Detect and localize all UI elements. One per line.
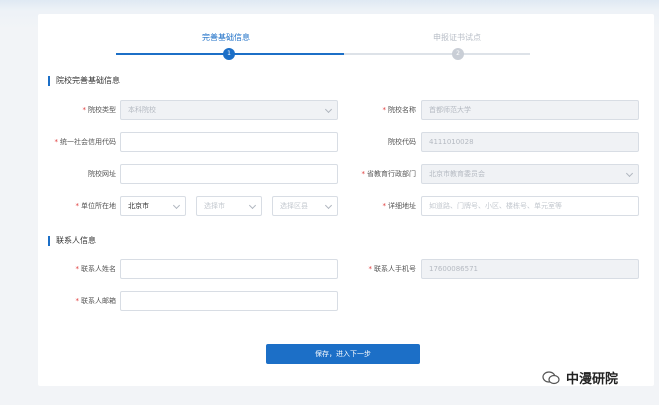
section-title-school: 院校完善基础信息: [48, 76, 120, 86]
city-select[interactable]: 北京市: [120, 196, 186, 216]
location-label: * 单位所在地: [75, 202, 117, 210]
address-input[interactable]: 如道路、门牌号、小区、楼栋号、单元室等: [421, 196, 639, 216]
step1-label: 完善基础信息: [202, 33, 250, 42]
contact-email-input[interactable]: [120, 291, 338, 311]
contact-email-label: * 联系人邮箱: [75, 297, 117, 305]
school-name-field[interactable]: 首都师范大学: [421, 100, 639, 120]
school-type-label: * 院校类型: [82, 106, 117, 114]
education-dept-label: * 省教育行政部门: [361, 170, 417, 178]
section-title-contact: 联系人信息: [48, 236, 96, 246]
school-name-label: * 院校名称: [382, 106, 417, 114]
wechat-icon: [542, 370, 560, 385]
stepper-track-inactive: [344, 53, 530, 55]
form-card: 完善基础信息 申报证书试点 1 2 院校完善基础信息 * 院校类型 本科院校 * 院…: [38, 14, 654, 386]
chevron-down-icon: [172, 201, 181, 210]
step2-label: 申报证书试点: [433, 33, 481, 42]
address-label: * 详细地址: [382, 202, 417, 210]
watermark-text: 中漫研院: [566, 372, 619, 387]
credit-code-label: * 统一社会信用代码: [54, 138, 117, 146]
school-code-field[interactable]: 4111010028: [421, 132, 639, 152]
education-dept-select[interactable]: 北京市教育委员会: [421, 164, 639, 184]
step2-dot: 2: [452, 48, 464, 60]
watermark: 中漫研院: [542, 368, 618, 387]
contact-phone-field[interactable]: 17600086571: [421, 259, 639, 279]
step1-dot: 1: [223, 48, 235, 60]
district-select[interactable]: 选择市: [196, 196, 262, 216]
chevron-down-icon: [625, 169, 634, 178]
chevron-down-icon: [248, 201, 257, 210]
website-label: 院校网址: [88, 170, 116, 178]
school-code-label: 院校代码: [388, 138, 416, 146]
contact-phone-label: * 联系人手机号: [368, 265, 417, 273]
save-next-button[interactable]: 保存，进入下一步: [266, 344, 420, 364]
contact-name-label: * 联系人姓名: [75, 265, 117, 273]
